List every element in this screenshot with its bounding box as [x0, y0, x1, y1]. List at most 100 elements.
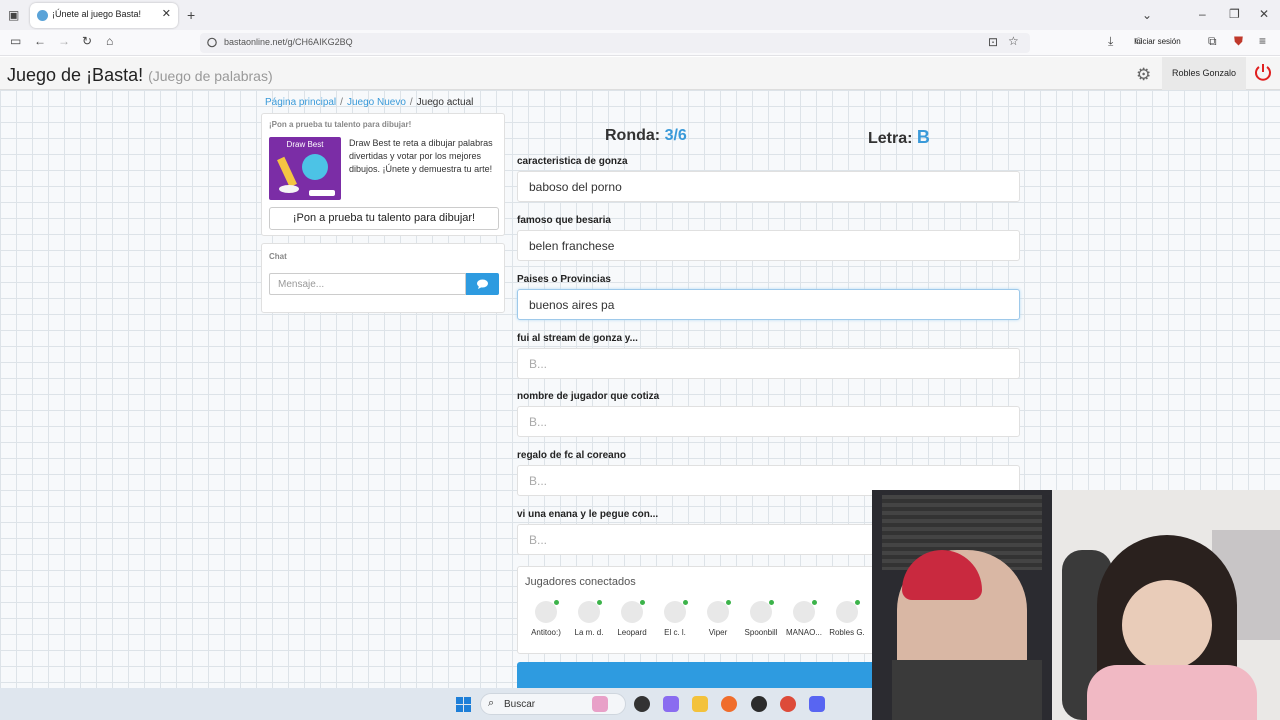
online-indicator — [855, 600, 860, 605]
answer-field[interactable]: baboso del porno — [517, 171, 1020, 202]
player-name: La m. d. — [574, 628, 604, 637]
browser-tab-bar: ▣ ¡Únete al juego Basta! ✕ + ⌄ – ❐ ✕ — [0, 0, 1280, 30]
round-label: Ronda: — [605, 127, 661, 144]
user-icon — [578, 600, 602, 623]
user-icon — [535, 600, 559, 623]
discord-icon[interactable] — [809, 696, 825, 712]
breadcrumb-home[interactable]: Página principal — [265, 97, 336, 108]
promo-button[interactable]: ¡Pon a prueba tu talento para dibujar! — [269, 207, 499, 230]
promo-text: Draw Best te reta a dibujar palabras div… — [349, 138, 493, 174]
reload-icon[interactable]: ↻ — [82, 35, 92, 47]
minimize-icon[interactable]: – — [1199, 8, 1206, 20]
category-label: famoso que besaria — [517, 215, 611, 226]
chevron-down-icon[interactable]: ⌄ — [1142, 9, 1152, 21]
player-item[interactable]: Robles G. — [827, 600, 867, 637]
player-item[interactable]: La m. d. — [569, 600, 609, 637]
url-text[interactable]: bastaonline.net/g/CH6AIKG2BQ — [224, 37, 353, 47]
basta-button[interactable] — [517, 662, 877, 688]
promo-panel: ¡Pon a prueba tu talento para dibujar! D… — [261, 113, 505, 236]
player-name: Leopard — [617, 628, 647, 637]
player-name: MANAO... — [785, 628, 822, 637]
g-app-icon[interactable] — [634, 696, 650, 712]
menu-icon[interactable]: ≡ — [1259, 35, 1266, 47]
firefox-icon[interactable] — [721, 696, 737, 712]
answer-field[interactable]: B... — [517, 406, 1020, 437]
player-item[interactable]: MANAO... — [784, 600, 824, 637]
online-indicator — [726, 600, 731, 605]
obs-icon[interactable] — [751, 696, 767, 712]
online-indicator — [683, 600, 688, 605]
home-icon[interactable]: ⌂ — [106, 35, 113, 47]
close-window-icon[interactable]: ✕ — [1259, 8, 1269, 20]
chat-bubble-icon — [477, 279, 488, 289]
chat-message-input[interactable]: Mensaje... — [269, 273, 466, 295]
user-icon — [836, 600, 860, 623]
tab-list-icon[interactable]: ▣ — [8, 9, 19, 21]
reader-view-icon[interactable]: ⊡ — [988, 36, 998, 48]
chrome-icon[interactable] — [780, 696, 796, 712]
player-item[interactable]: Antitoo:) — [526, 600, 566, 637]
forward-icon[interactable]: → — [58, 35, 70, 47]
promo-image[interactable]: Draw Best — [269, 137, 341, 200]
url-bar[interactable]: bastaonline.net/g/CH6AIKG2BQ ⊡ ☆ — [200, 33, 1030, 53]
browser-tab[interactable]: ¡Únete al juego Basta! ✕ — [30, 3, 178, 28]
round-indicator: Ronda: 3/6 — [605, 127, 687, 145]
category-label: fui al stream de gonza y... — [517, 333, 638, 344]
user-icon — [707, 600, 731, 623]
player-item[interactable]: El c. l. — [655, 600, 695, 637]
downloads-icon[interactable]: ⤓ — [1108, 35, 1113, 47]
back-icon[interactable]: ← — [34, 35, 46, 47]
player-name: El c. l. — [664, 628, 686, 637]
user-name[interactable]: Robles Gonzalo — [1172, 68, 1236, 78]
breadcrumb-current: Juego actual — [416, 97, 474, 108]
signin-button[interactable]: Iniciar sesión — [1134, 37, 1181, 46]
breadcrumb: Página principal / Juego Nuevo / Juego actua… — [265, 97, 474, 108]
online-indicator — [769, 600, 774, 605]
gear-icon[interactable]: ⚙ — [1136, 65, 1151, 85]
category-label: nombre de jugador que cotiza — [517, 391, 660, 402]
player-item[interactable]: Leopard — [612, 600, 652, 637]
browser-nav-bar: ▭ ← → ↻ ⌂ bastaonline.net/g/CH6AIKG2BQ ⊡… — [0, 30, 1280, 56]
restore-icon[interactable]: ❐ — [1229, 8, 1240, 20]
extensions-icon[interactable]: ⧉ — [1208, 35, 1217, 47]
online-indicator — [640, 600, 645, 605]
tulips-icon[interactable] — [592, 696, 608, 712]
user-icon — [621, 600, 645, 623]
letter-value: B — [916, 127, 930, 147]
site-info-icon[interactable] — [207, 37, 217, 48]
player-item[interactable]: Viper — [698, 600, 738, 637]
category-label: vi una enana y le pegue con... — [517, 509, 659, 520]
players-title: Jugadores conectados — [525, 576, 636, 588]
tab-title: ¡Únete al juego Basta! — [52, 9, 142, 19]
answer-field[interactable]: B... — [517, 348, 1020, 379]
file-explorer-icon[interactable] — [692, 696, 708, 712]
windows-start-icon[interactable] — [456, 697, 471, 712]
category-label: regalo de fc al coreano — [517, 450, 626, 461]
player-name: Viper — [708, 628, 728, 637]
letter-label: Letra: — [868, 130, 913, 147]
players-panel: Jugadores conectados Antitoo:) La m. d. … — [517, 566, 877, 654]
search-icon: ⌕ — [488, 697, 495, 709]
extension-badge-icon[interactable]: ⛊ — [1234, 35, 1243, 47]
pencil-icon — [277, 154, 335, 196]
answer-field[interactable]: belen franchese — [517, 230, 1020, 261]
chat-send-button[interactable] — [466, 273, 499, 295]
promo-heading: ¡Pon a prueba tu talento para dibujar! — [269, 120, 412, 129]
new-tab-icon[interactable]: + — [187, 8, 195, 22]
breadcrumb-new-game[interactable]: Juego Nuevo — [347, 97, 406, 108]
user-icon — [664, 600, 688, 623]
bookmark-star-icon[interactable]: ☆ — [1008, 35, 1019, 47]
category-label: Paises o Provincias — [517, 274, 611, 285]
close-tab-icon[interactable]: ✕ — [162, 7, 171, 20]
answer-field[interactable]: buenos aires pa — [517, 289, 1020, 320]
taskbar-search-label: Buscar — [504, 699, 536, 710]
copilot-icon[interactable] — [663, 696, 679, 712]
player-name: Spoonbill — [744, 628, 778, 637]
taskbar: ⌕ Buscar — [0, 688, 872, 720]
user-menu[interactable]: Robles Gonzalo — [1162, 57, 1246, 90]
app-subtitle: (Juego de palabras) — [148, 68, 273, 84]
sidebar-icon[interactable]: ▭ — [10, 35, 21, 47]
user-icon — [750, 600, 774, 623]
power-icon[interactable] — [1254, 62, 1272, 82]
player-item[interactable]: Spoonbill — [741, 600, 781, 637]
